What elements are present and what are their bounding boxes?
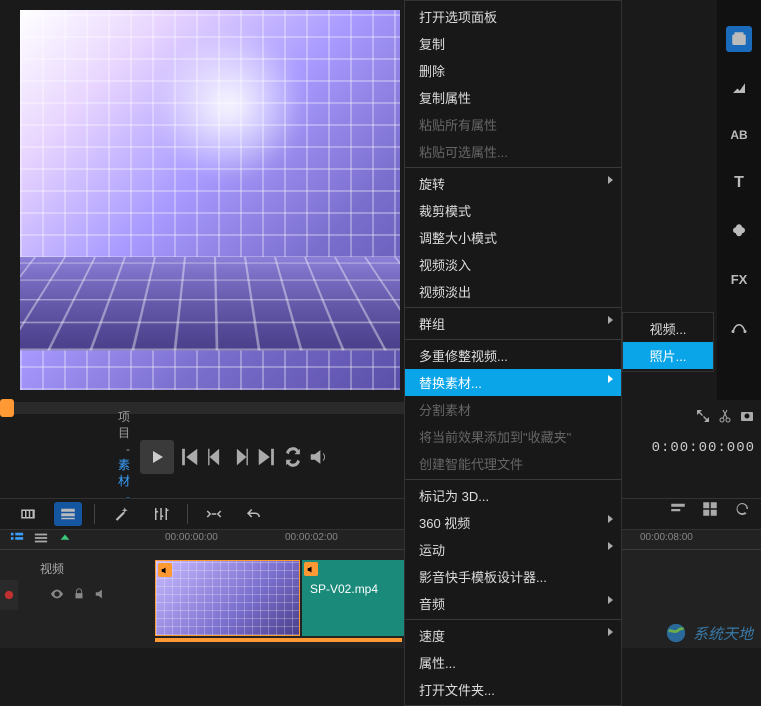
chevron-right-icon bbox=[608, 515, 613, 523]
transition-button[interactable]: AB bbox=[726, 122, 752, 148]
globe-icon bbox=[665, 622, 687, 644]
magic-tool-button[interactable] bbox=[107, 502, 135, 526]
title-button[interactable]: T bbox=[726, 170, 752, 196]
storyboard-view-button[interactable] bbox=[14, 502, 42, 526]
ctx-mark-3d[interactable]: 标记为 3D... bbox=[405, 482, 621, 509]
ctx-paste-all-attrs: 粘贴所有属性 bbox=[405, 111, 621, 138]
next-frame-button[interactable] bbox=[230, 446, 252, 468]
prev-frame-button[interactable] bbox=[204, 446, 226, 468]
preview-panel bbox=[20, 10, 400, 390]
chevron-right-icon bbox=[608, 176, 613, 184]
watermark: 系统天地 bbox=[665, 622, 753, 644]
ruler-tick: 00:00:00:00 bbox=[165, 532, 218, 543]
ctx-open-options[interactable]: 打开选项面板 bbox=[405, 3, 621, 30]
video-track-header: 视频 bbox=[0, 560, 150, 604]
loop-button[interactable] bbox=[282, 446, 304, 468]
ctx-template[interactable]: 影音快手模板设计器... bbox=[405, 563, 621, 590]
audio-strip[interactable] bbox=[155, 638, 402, 642]
clip-audio-icon bbox=[304, 562, 318, 576]
track-mute-icon[interactable] bbox=[94, 587, 108, 604]
chevron-right-icon bbox=[608, 316, 613, 324]
timeline-ruler[interactable]: 00:00:00:00 00:00:02:00 00:00:08:00 bbox=[0, 530, 761, 550]
playhead-track[interactable] bbox=[0, 402, 420, 414]
ctx-motion[interactable]: 运动 bbox=[405, 536, 621, 563]
timecode-display[interactable]: 0:00:00:000 bbox=[652, 440, 755, 456]
refresh-view-icon[interactable] bbox=[733, 500, 751, 521]
track-lock-icon[interactable] bbox=[72, 587, 86, 604]
ctx-add-fav: 将当前效果添加到"收藏夹" bbox=[405, 423, 621, 450]
ctx-audio[interactable]: 音频 bbox=[405, 590, 621, 617]
ctx-rotate[interactable]: 旋转 bbox=[405, 170, 621, 197]
right-sidebar: AB T FX bbox=[717, 0, 761, 400]
preview-video-frame[interactable] bbox=[20, 10, 400, 390]
ctx-group[interactable]: 群组 bbox=[405, 310, 621, 337]
play-button[interactable] bbox=[140, 440, 174, 474]
playhead-handle[interactable] bbox=[0, 399, 14, 417]
ruler-tick: 00:00:08:00 bbox=[640, 532, 693, 543]
ctx-copy[interactable]: 复制 bbox=[405, 30, 621, 57]
ctx-resize-mode[interactable]: 调整大小模式 bbox=[405, 224, 621, 251]
mixer-button[interactable] bbox=[147, 502, 175, 526]
go-end-button[interactable] bbox=[256, 446, 278, 468]
context-menu: 打开选项面板 复制 删除 复制属性 粘贴所有属性 粘贴可选属性... 旋转 裁剪… bbox=[404, 0, 622, 706]
snapshot-icon[interactable] bbox=[739, 408, 755, 427]
grid-view-icon[interactable] bbox=[701, 500, 719, 521]
ctx-open-folder[interactable]: 打开文件夹... bbox=[405, 676, 621, 703]
timeline-toolbar bbox=[0, 498, 761, 530]
effects-button[interactable] bbox=[726, 74, 752, 100]
timeline-view-button[interactable] bbox=[54, 502, 82, 526]
undo-button[interactable] bbox=[240, 502, 268, 526]
clip-filename: SP-V02.mp4 bbox=[310, 582, 378, 596]
ctx-fade-out[interactable]: 视频淡出 bbox=[405, 278, 621, 305]
timeline-clip-2[interactable]: SP-V02.mp4 bbox=[302, 560, 404, 636]
replace-submenu: 视频... 照片... bbox=[622, 312, 714, 372]
timeline-clip-1[interactable] bbox=[155, 560, 300, 636]
chevron-right-icon bbox=[608, 542, 613, 550]
ctx-split: 分割素材 bbox=[405, 396, 621, 423]
zoom-fit-button[interactable] bbox=[200, 502, 228, 526]
track-visibility-icon[interactable] bbox=[50, 587, 64, 604]
chevron-right-icon bbox=[608, 375, 613, 383]
track-label: 视频 bbox=[40, 562, 64, 576]
ctx-properties[interactable]: 属性... bbox=[405, 649, 621, 676]
right-view-tabs bbox=[669, 500, 751, 521]
preview-tools-right bbox=[641, 402, 761, 432]
clip-audio-icon bbox=[158, 563, 172, 577]
text-view-icon[interactable] bbox=[669, 500, 687, 521]
ctx-crop-mode[interactable]: 裁剪模式 bbox=[405, 197, 621, 224]
cut-icon[interactable] bbox=[717, 408, 733, 427]
ctx-multi-trim[interactable]: 多重修整视频... bbox=[405, 342, 621, 369]
expand-icon[interactable] bbox=[695, 408, 711, 427]
chevron-right-icon bbox=[608, 628, 613, 636]
transport-controls: 项目 - 素材 - bbox=[140, 440, 330, 474]
collapse-up-icon[interactable] bbox=[58, 531, 72, 548]
chevron-right-icon bbox=[608, 596, 613, 604]
media-library-button[interactable] bbox=[726, 26, 752, 52]
watermark-text: 系统天地 bbox=[693, 623, 753, 644]
sub-photo[interactable]: 照片... bbox=[623, 342, 713, 369]
list-toggle-icon[interactable] bbox=[10, 531, 24, 548]
sub-video[interactable]: 视频... bbox=[623, 315, 713, 342]
menu-toggle-icon[interactable] bbox=[34, 531, 48, 548]
timeline-panel: 00:00:00:00 00:00:02:00 00:00:08:00 视频 S… bbox=[0, 530, 761, 648]
go-start-button[interactable] bbox=[178, 446, 200, 468]
ctx-360[interactable]: 360 视频 bbox=[405, 509, 621, 536]
ctx-replace-material[interactable]: 替换素材... bbox=[405, 369, 621, 396]
path-button[interactable] bbox=[726, 314, 752, 340]
ruler-tick: 00:00:02:00 bbox=[285, 532, 338, 543]
graphics-button[interactable] bbox=[726, 218, 752, 244]
ctx-delete[interactable]: 删除 bbox=[405, 57, 621, 84]
ctx-speed[interactable]: 速度 bbox=[405, 622, 621, 649]
fx-button[interactable]: FX bbox=[726, 266, 752, 292]
ctx-paste-sel-attrs: 粘贴可选属性... bbox=[405, 138, 621, 165]
ctx-fade-in[interactable]: 视频淡入 bbox=[405, 251, 621, 278]
project-scope-project[interactable]: 项目 - bbox=[118, 409, 130, 457]
volume-button[interactable] bbox=[308, 446, 330, 468]
ctx-copy-attrs[interactable]: 复制属性 bbox=[405, 84, 621, 111]
ctx-create-proxy: 创建智能代理文件 bbox=[405, 450, 621, 477]
